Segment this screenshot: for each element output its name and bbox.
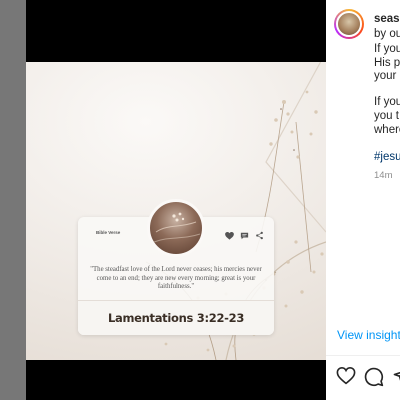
caption-line: where — [374, 124, 400, 136]
post-side-panel: seaso by ou If you His p your If you you… — [326, 0, 400, 400]
hashtag-link[interactable]: #jesu — [374, 151, 400, 163]
caption-line: your — [374, 70, 397, 82]
dried-flower-photo — [153, 212, 201, 243]
post-time: 14m — [374, 170, 393, 181]
profile-avatar[interactable] — [334, 9, 364, 39]
share-icon — [255, 227, 264, 245]
reference-bar: Lamentations 3:22-23 — [78, 300, 274, 335]
view-insights-link[interactable]: View insights — [337, 328, 400, 342]
verse-text: "The steadfast love of the Lord never ce… — [90, 266, 262, 290]
share-plane-icon[interactable] — [392, 367, 400, 392]
like-heart-icon[interactable] — [336, 366, 356, 392]
verse-reference: Lamentations 3:22-23 — [107, 311, 245, 325]
card-icons — [225, 227, 264, 245]
caption-line: If you — [374, 96, 400, 108]
comment-bubble-icon[interactable] — [364, 367, 384, 392]
caption-line: If you — [374, 43, 400, 55]
post-media[interactable]: Bible Verse "The steadfast love of the L… — [26, 0, 326, 400]
divider — [326, 355, 400, 356]
caption-line: you t — [374, 110, 399, 122]
caption-line: His p — [374, 57, 400, 69]
action-bar — [336, 366, 400, 392]
post-image: Bible Verse "The steadfast love of the L… — [26, 62, 326, 360]
comment-icon — [240, 227, 249, 245]
bible-verse-card: Bible Verse "The steadfast love of the L… — [78, 199, 274, 335]
heart-icon — [225, 227, 234, 245]
background-left-strip — [0, 0, 26, 400]
username[interactable]: seaso — [374, 13, 400, 25]
card-image-circle — [147, 199, 205, 257]
card-label: Bible Verse — [96, 230, 121, 235]
caption-line: by ou — [374, 28, 400, 40]
